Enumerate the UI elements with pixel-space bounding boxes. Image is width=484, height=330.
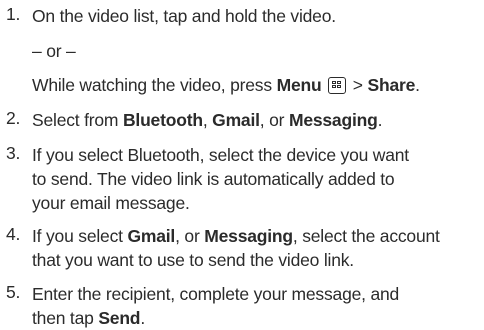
step-text-prefix: Select from — [32, 110, 123, 130]
step-text: On the video list, tap and hold the vide… — [32, 6, 336, 26]
step-text: Select from Bluetooth, Gmail, or Messagi… — [32, 108, 480, 132]
step-line: then tap Send. — [32, 306, 480, 330]
period-text: . — [140, 308, 145, 328]
send-label: Send — [98, 308, 141, 328]
step-number: 2. — [6, 108, 21, 128]
alt-prefix-text: While watching the video, press — [32, 75, 277, 95]
period-text: . — [377, 110, 383, 130]
share-label: Share — [367, 75, 416, 95]
step-number: 3. — [6, 143, 21, 163]
step-line: to send. The video link is automatically… — [32, 169, 395, 189]
separator-text: , — [202, 110, 213, 130]
step-text-prefix: then tap — [32, 308, 99, 328]
step-number: 5. — [6, 282, 21, 302]
step-line: Enter the recipient, complete your messa… — [32, 284, 400, 304]
separator-text: , or — [175, 226, 205, 246]
step-line: that you want to use to send the video l… — [32, 250, 354, 270]
period-text: . — [415, 75, 420, 95]
menu-label: Menu — [276, 75, 322, 95]
gmail-label: Gmail — [127, 226, 176, 246]
step-line: your email message. — [32, 193, 190, 213]
step-number: 4. — [6, 224, 21, 244]
messaging-label: Messaging — [288, 110, 378, 130]
step-1-alternative: While watching the video, press Menu > S… — [32, 73, 480, 97]
separator-text: , or — [259, 110, 289, 130]
step-text: If you select Gmail, or Messaging, selec… — [32, 224, 480, 272]
step-text: Enter the recipient, complete your messa… — [32, 282, 480, 330]
step-text-rest: , select the account — [292, 226, 440, 246]
step-number: 1. — [6, 4, 21, 24]
step-text-prefix: If you select — [32, 226, 128, 246]
separator-text: > — [348, 75, 368, 95]
gmail-label: Gmail — [212, 110, 260, 130]
step-text: If you select Bluetooth, select the devi… — [32, 143, 480, 215]
step-line: If you select Bluetooth, select the devi… — [32, 145, 409, 165]
messaging-label: Messaging — [204, 226, 293, 246]
step-1-or: – or – — [32, 41, 76, 61]
step-line: If you select Gmail, or Messaging, selec… — [32, 224, 480, 248]
menu-key-icon — [328, 77, 347, 94]
bluetooth-label: Bluetooth — [122, 110, 203, 130]
